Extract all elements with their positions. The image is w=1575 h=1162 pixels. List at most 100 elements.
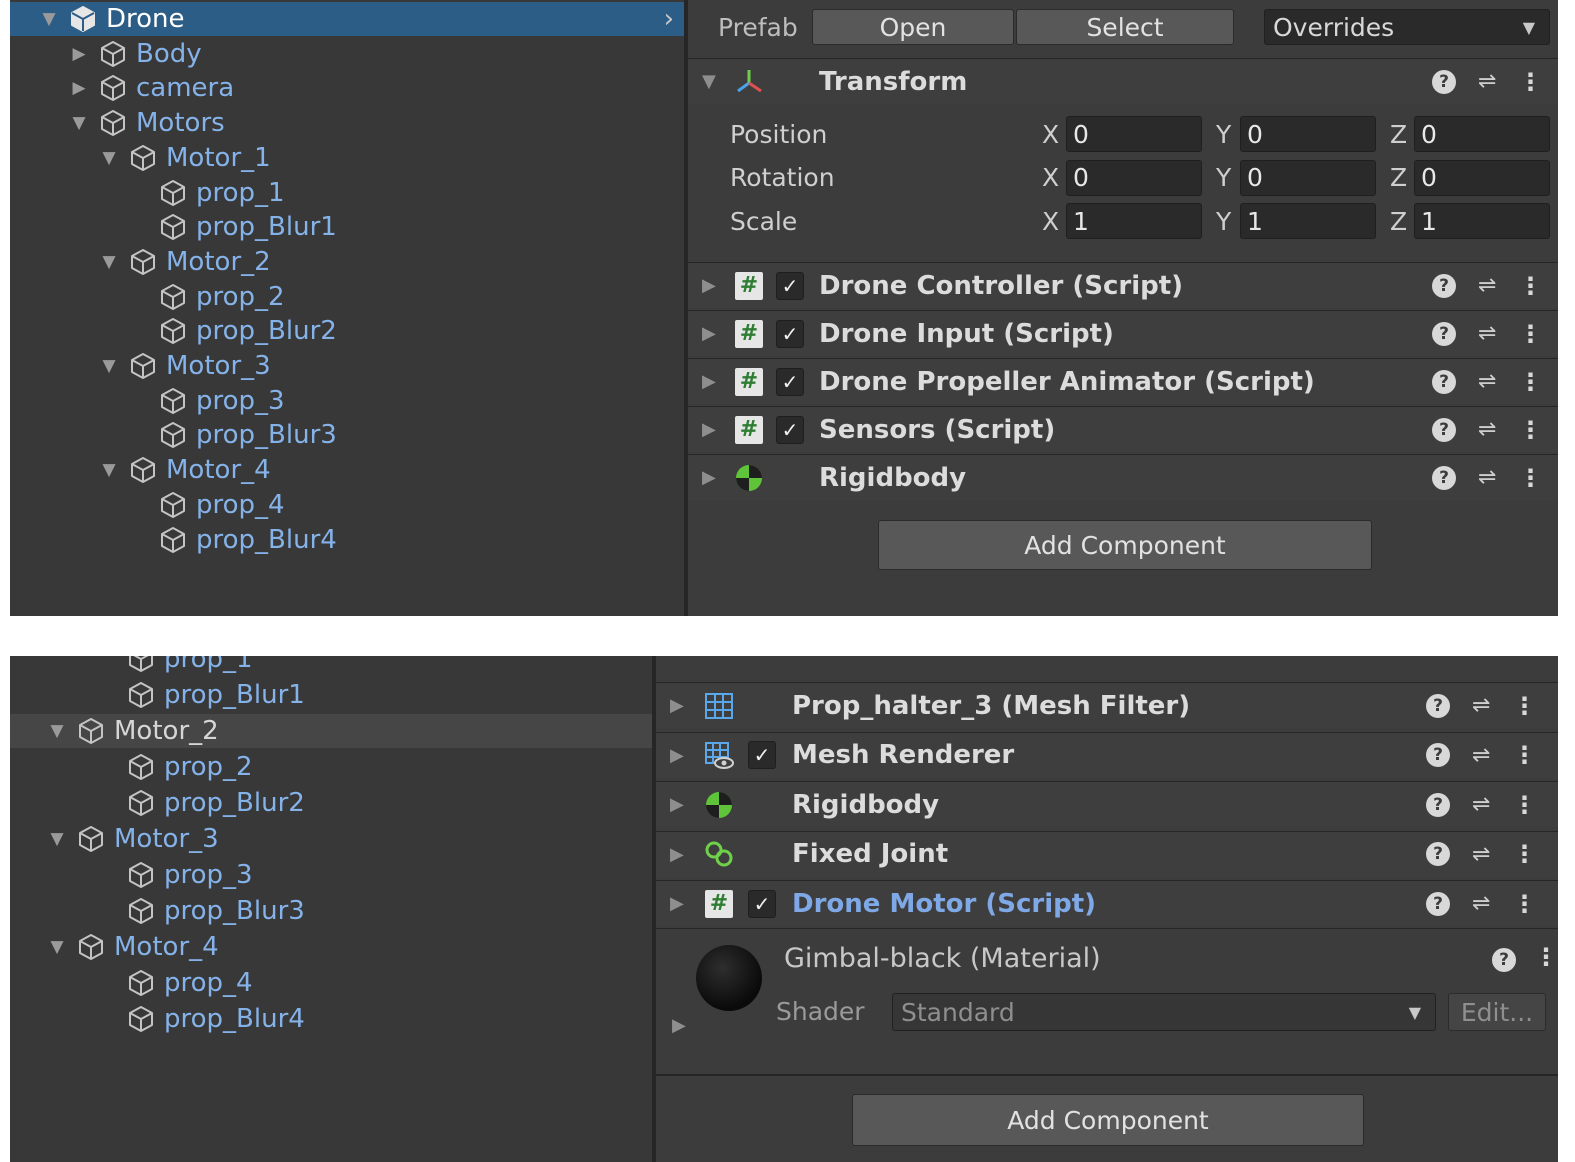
preset-icon[interactable]: ⇌: [1478, 69, 1496, 94]
hierarchy-item-camera[interactable]: ▶ camera: [10, 71, 684, 105]
hierarchy-item-prop-4[interactable]: ▶ prop_4: [10, 966, 652, 1000]
hierarchy-item-prop-blur4[interactable]: ▶ prop_Blur4: [10, 1002, 652, 1036]
preset-icon[interactable]: ⇌: [1472, 891, 1490, 916]
enabled-checkbox[interactable]: ✓: [776, 415, 804, 444]
expand-right-icon[interactable]: ▶: [702, 467, 716, 488]
transform-header[interactable]: ▼ Transform ? ⇌ ⋮: [688, 58, 1558, 104]
expand-right-icon[interactable]: ▶: [68, 44, 90, 64]
add-component-button[interactable]: Add Component: [852, 1094, 1364, 1146]
kebab-menu-icon[interactable]: ⋮: [1518, 368, 1542, 396]
preset-icon[interactable]: ⇌: [1478, 417, 1496, 442]
component-header-mesh-renderer[interactable]: ▶ ✓ Mesh Renderer ? ⇌ ⋮: [656, 731, 1558, 778]
component-header-rigidbody[interactable]: ▶ Rigidbody ? ⇌ ⋮: [656, 781, 1558, 827]
enabled-checkbox[interactable]: ✓: [748, 889, 776, 918]
shader-dropdown[interactable]: Standard ▼: [892, 993, 1436, 1031]
expand-toggle-icon[interactable]: ▼: [702, 71, 716, 92]
kebab-menu-icon[interactable]: ⋮: [1512, 741, 1536, 769]
rotation-x-field[interactable]: 0: [1066, 159, 1202, 196]
preset-icon[interactable]: ⇌: [1472, 693, 1490, 718]
hierarchy-item-motor-3[interactable]: ▼ Motor_3: [10, 349, 684, 383]
hierarchy-item-motor-2[interactable]: ▼ Motor_2: [10, 714, 652, 748]
enabled-checkbox[interactable]: ✓: [776, 271, 804, 300]
rotation-y-field[interactable]: 0: [1240, 159, 1376, 196]
expand-down-icon[interactable]: ▼: [98, 460, 120, 480]
hierarchy-item-prop-4[interactable]: ▶ prop_4: [10, 488, 684, 522]
material-help-icon[interactable]: ?: [1492, 948, 1516, 972]
hierarchy-item-prop-blur3[interactable]: ▶ prop_Blur3: [10, 894, 652, 928]
hierarchy-item-prop-blur4[interactable]: ▶ prop_Blur4: [10, 523, 684, 557]
expand-down-icon[interactable]: ▼: [98, 356, 120, 376]
help-icon[interactable]: ?: [1426, 693, 1450, 718]
help-icon[interactable]: ?: [1426, 743, 1450, 767]
expand-right-icon[interactable]: ▶: [702, 275, 716, 296]
hierarchy-item-prop-blur2[interactable]: ▶ prop_Blur2: [10, 314, 684, 348]
hierarchy-item-prop-1[interactable]: ▶ prop_1: [10, 176, 684, 210]
expand-down-icon[interactable]: ▼: [68, 113, 90, 133]
preset-icon[interactable]: ⇌: [1472, 842, 1490, 867]
prefab-open-button[interactable]: Open: [812, 9, 1014, 45]
help-icon[interactable]: ?: [1432, 465, 1456, 490]
shader-edit-button[interactable]: Edit...: [1448, 993, 1546, 1031]
component-header-sensors-script[interactable]: ▶ # ✓ Sensors (Script) ? ⇌ ⋮: [688, 406, 1558, 452]
kebab-menu-icon[interactable]: ⋮: [1512, 692, 1536, 720]
expand-right-icon[interactable]: ▶: [670, 844, 684, 865]
chevron-right-icon[interactable]: ›: [664, 4, 674, 34]
kebab-menu-icon[interactable]: ⋮: [1512, 890, 1536, 918]
hierarchy-item-drone[interactable]: ▼ Drone ›: [10, 2, 684, 36]
hierarchy-item-prop-1[interactable]: ▶ prop_1: [10, 656, 652, 676]
component-header-drone-input-script[interactable]: ▶ # ✓ Drone Input (Script) ? ⇌ ⋮: [688, 310, 1558, 356]
expand-down-icon[interactable]: ▼: [46, 829, 68, 849]
expand-right-icon[interactable]: ▶: [670, 794, 684, 815]
expand-right-icon[interactable]: ▶: [68, 78, 90, 98]
hierarchy-item-prop-blur2[interactable]: ▶ prop_Blur2: [10, 786, 652, 820]
expand-down-icon[interactable]: ▼: [46, 721, 68, 741]
enabled-checkbox[interactable]: ✓: [776, 367, 804, 396]
hierarchy-item-prop-blur3[interactable]: ▶ prop_Blur3: [10, 418, 684, 452]
hierarchy-item-prop-3[interactable]: ▶ prop_3: [10, 858, 652, 892]
component-header-drone-propeller-animator-script[interactable]: ▶ # ✓ Drone Propeller Animator (Script) ? ⇌…: [688, 358, 1558, 404]
kebab-menu-icon[interactable]: ⋮: [1512, 840, 1536, 868]
prefab-overrides-dropdown[interactable]: Overrides ▼: [1264, 9, 1550, 45]
kebab-menu-icon[interactable]: ⋮: [1518, 416, 1542, 444]
hierarchy-item-prop-blur1[interactable]: ▶ prop_Blur1: [10, 678, 652, 712]
expand-down-icon[interactable]: ▼: [98, 148, 120, 168]
scale-z-field[interactable]: 1: [1414, 203, 1550, 239]
component-header-prop-halter-3-mesh-filter[interactable]: ▶ Prop_halter_3 (Mesh Filter) ? ⇌ ⋮: [656, 682, 1558, 728]
rotation-z-field[interactable]: 0: [1414, 159, 1550, 196]
expand-right-icon[interactable]: ▶: [702, 323, 716, 344]
hierarchy-item-motors[interactable]: ▼ Motors: [10, 106, 684, 140]
enabled-checkbox[interactable]: ✓: [748, 741, 776, 769]
preset-icon[interactable]: ⇌: [1472, 792, 1490, 817]
hierarchy-item-prop-blur1[interactable]: ▶ prop_Blur1: [10, 210, 684, 244]
hierarchy-item-motor-1[interactable]: ▼ Motor_1: [10, 141, 684, 175]
expand-down-icon[interactable]: ▼: [46, 937, 68, 957]
hierarchy-item-motor-4[interactable]: ▼ Motor_4: [10, 453, 684, 487]
preset-icon[interactable]: ⇌: [1478, 465, 1496, 490]
material-kebab-icon[interactable]: ⋮: [1534, 943, 1558, 971]
kebab-menu-icon[interactable]: ⋮: [1518, 272, 1542, 300]
prefab-select-button[interactable]: Select: [1016, 9, 1234, 45]
help-icon[interactable]: ?: [1432, 273, 1456, 298]
scale-x-field[interactable]: 1: [1066, 203, 1202, 239]
preset-icon[interactable]: ⇌: [1478, 273, 1496, 298]
material-expand-icon[interactable]: ▶: [672, 1015, 686, 1036]
component-header-rigidbody[interactable]: ▶ Rigidbody ? ⇌ ⋮: [688, 454, 1558, 500]
help-icon[interactable]: ?: [1432, 321, 1456, 346]
position-z-field[interactable]: 0: [1414, 116, 1550, 152]
help-icon[interactable]: ?: [1432, 417, 1456, 442]
preset-icon[interactable]: ⇌: [1478, 321, 1496, 346]
kebab-menu-icon[interactable]: ⋮: [1518, 68, 1542, 96]
kebab-menu-icon[interactable]: ⋮: [1512, 791, 1536, 819]
help-icon[interactable]: ?: [1426, 842, 1450, 866]
hierarchy-item-body[interactable]: ▶ Body: [10, 37, 684, 71]
hierarchy-item-prop-2[interactable]: ▶ prop_2: [10, 750, 652, 784]
component-header-drone-motor-script[interactable]: ▶ # ✓ Drone Motor (Script) ? ⇌ ⋮: [656, 880, 1558, 926]
preset-icon[interactable]: ⇌: [1478, 369, 1496, 394]
hierarchy-item-motor-3[interactable]: ▼ Motor_3: [10, 822, 652, 856]
hierarchy-item-motor-2[interactable]: ▼ Motor_2: [10, 245, 684, 279]
hierarchy-item-prop-2[interactable]: ▶ prop_2: [10, 280, 684, 314]
preset-icon[interactable]: ⇌: [1472, 743, 1490, 768]
help-icon[interactable]: ?: [1432, 69, 1456, 94]
expand-right-icon[interactable]: ▶: [670, 745, 684, 766]
position-y-field[interactable]: 0: [1240, 116, 1376, 152]
